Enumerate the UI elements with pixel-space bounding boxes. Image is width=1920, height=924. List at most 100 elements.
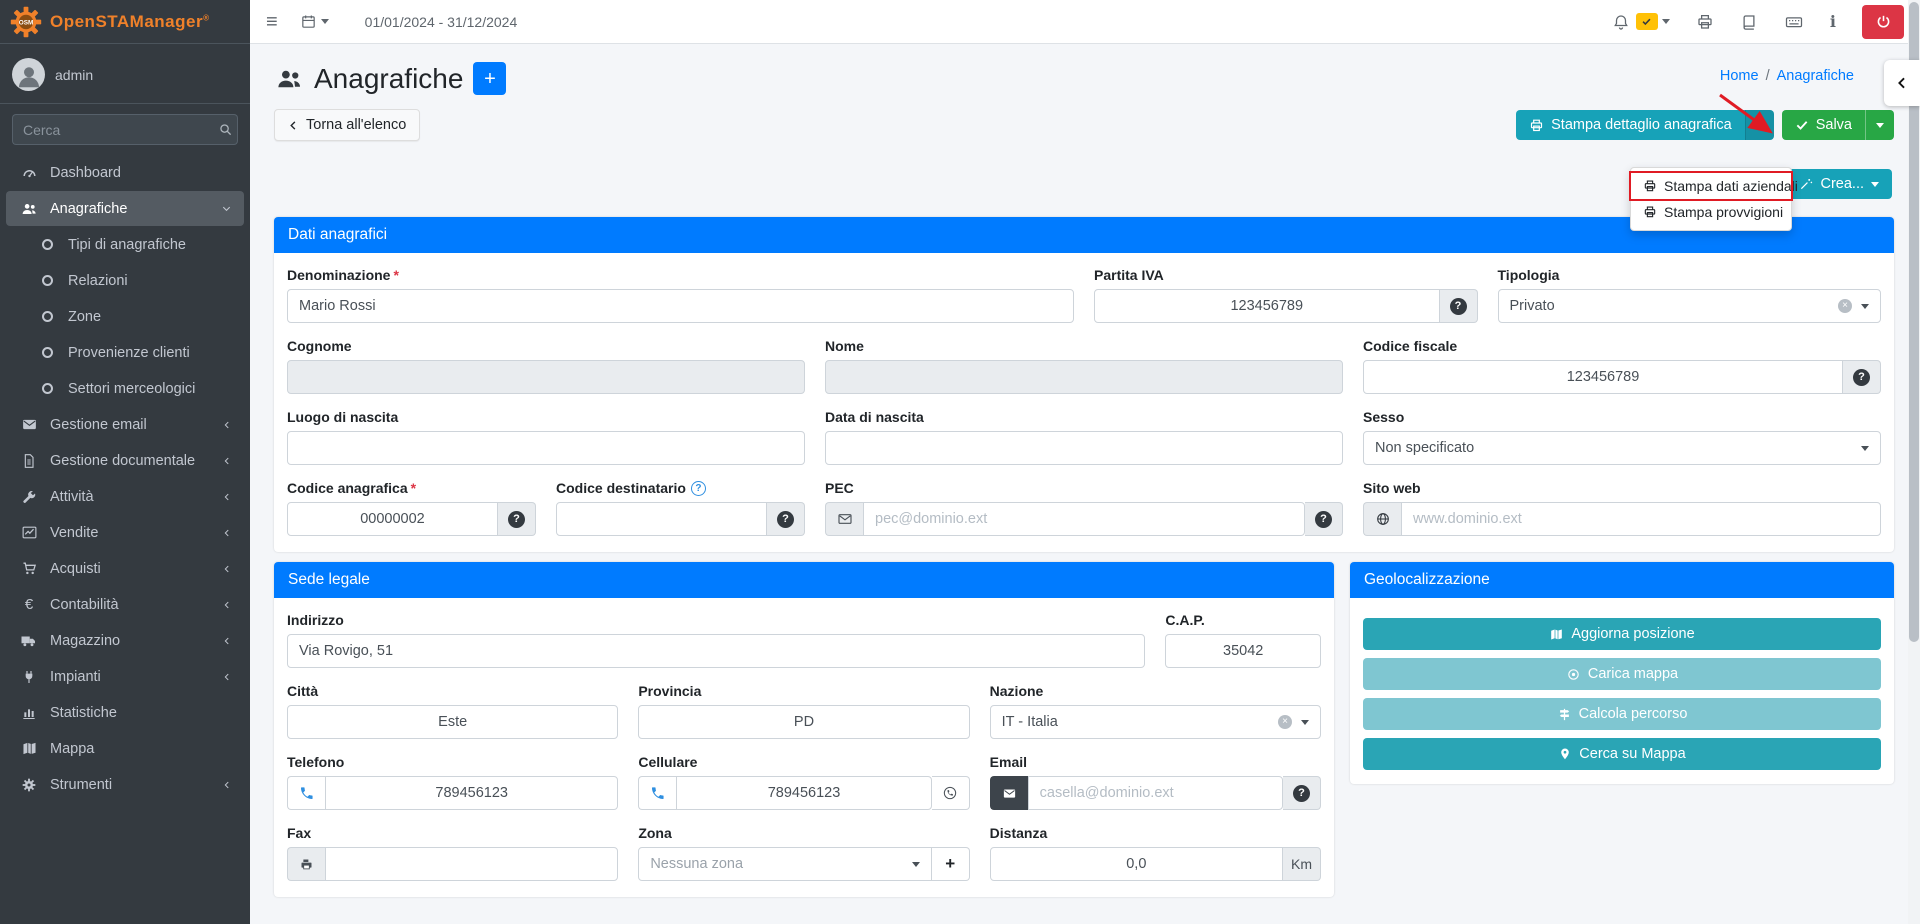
- search-icon: [218, 122, 233, 137]
- whatsapp-icon[interactable]: [932, 776, 970, 810]
- logout-power-button[interactable]: [1862, 5, 1904, 39]
- citta-input[interactable]: [287, 705, 618, 739]
- print-icon[interactable]: [1696, 13, 1714, 31]
- distanza-input[interactable]: [990, 847, 1283, 881]
- telefono-input[interactable]: [325, 776, 618, 810]
- partita-iva-input[interactable]: [1094, 289, 1440, 323]
- luogo-nascita-input[interactable]: [287, 431, 805, 465]
- menu-item-stampa-provvigioni[interactable]: Stampa provvigioni: [1631, 199, 1791, 225]
- sidebar-item-impianti[interactable]: Impianti: [6, 659, 244, 694]
- calendar-dropdown[interactable]: [300, 13, 329, 30]
- field-nome: Nome: [825, 338, 1343, 394]
- add-record-button[interactable]: +: [473, 62, 506, 95]
- sidebar-item-settori-merceologici[interactable]: Settori merceologici: [6, 371, 244, 406]
- help-icon[interactable]: ?: [1305, 502, 1343, 536]
- sidebar-item-zone[interactable]: Zone: [6, 299, 244, 334]
- codice-anagrafica-input[interactable]: [287, 502, 498, 536]
- bar-chart-icon: [18, 705, 40, 721]
- docs-book-icon[interactable]: [1740, 13, 1758, 31]
- date-range[interactable]: 01/01/2024 - 31/12/2024: [365, 14, 518, 30]
- print-dropdown-menu: Stampa dati aziendali Stampa provvigioni: [1630, 167, 1792, 231]
- fax-input[interactable]: [325, 847, 618, 881]
- info-circle-icon[interactable]: ?: [691, 481, 706, 496]
- breadcrumb-current-link[interactable]: Anagrafiche: [1777, 68, 1854, 84]
- sidebar-item-provenienze-clienti[interactable]: Provenienze clienti: [6, 335, 244, 370]
- denominazione-input[interactable]: [287, 289, 1074, 323]
- provincia-input[interactable]: [638, 705, 969, 739]
- brand[interactable]: OSM OpenSTAManager®: [0, 0, 250, 44]
- nazione-select[interactable]: IT - Italia ×: [990, 705, 1321, 739]
- bell-icon: [1612, 13, 1630, 31]
- main-area: ≡ 01/01/2024 - 31/12/2024 i: [250, 0, 1920, 924]
- calc-route-button[interactable]: Calcola percorso: [1363, 698, 1881, 730]
- help-icon[interactable]: ?: [1283, 776, 1321, 810]
- scrollbar-track[interactable]: [1908, 0, 1920, 924]
- codice-fiscale-input[interactable]: [1363, 360, 1843, 394]
- sidebar-item-attivita[interactable]: Attività: [6, 479, 244, 514]
- sito-web-input[interactable]: [1401, 502, 1881, 536]
- caret-down-icon: [1861, 446, 1869, 451]
- codice-destinatario-input[interactable]: [556, 502, 767, 536]
- search-button[interactable]: [214, 114, 238, 145]
- clear-icon[interactable]: ×: [1838, 299, 1852, 313]
- update-position-button[interactable]: Aggiorna posizione: [1363, 618, 1881, 650]
- sidebar-item-anagrafiche[interactable]: Anagrafiche: [6, 191, 244, 226]
- help-icon[interactable]: ?: [1440, 289, 1478, 323]
- menu-item-stampa-dati-aziendali[interactable]: Stampa dati aziendali: [1631, 173, 1791, 199]
- power-icon: [1875, 13, 1892, 30]
- save-dropdown-toggle[interactable]: [1865, 110, 1894, 140]
- notifications-dropdown[interactable]: [1612, 13, 1670, 31]
- zona-select[interactable]: Nessuna zona: [638, 847, 931, 881]
- panel-collapse-tab[interactable]: [1884, 60, 1920, 106]
- sidebar-item-acquisti[interactable]: Acquisti: [6, 551, 244, 586]
- panel-title: Geolocalizzazione: [1350, 562, 1894, 598]
- email-input[interactable]: [1028, 776, 1283, 810]
- chevron-left-icon: [222, 492, 232, 502]
- sidebar-item-mappa[interactable]: Mappa: [6, 731, 244, 766]
- plug-icon: [18, 669, 40, 685]
- magic-wand-icon: [1799, 177, 1813, 191]
- user-name: admin: [55, 67, 93, 83]
- print-detail-dropdown-toggle[interactable]: [1745, 110, 1774, 140]
- help-icon[interactable]: ?: [767, 502, 805, 536]
- info-icon[interactable]: i: [1830, 12, 1836, 31]
- sidebar-item-statistiche[interactable]: Statistiche: [6, 695, 244, 730]
- sidebar-item-magazzino[interactable]: Magazzino: [6, 623, 244, 658]
- add-zona-button[interactable]: +: [932, 847, 970, 881]
- sidebar-item-gestione-email[interactable]: Gestione email: [6, 407, 244, 442]
- caret-down-icon: [1871, 182, 1879, 187]
- file-text-icon: [18, 453, 40, 469]
- sesso-select[interactable]: Non specificato: [1363, 431, 1881, 465]
- print-detail-button[interactable]: Stampa dettaglio anagrafica: [1516, 110, 1745, 140]
- clear-icon[interactable]: ×: [1278, 715, 1292, 729]
- field-zona: Zona Nessuna zona +: [638, 825, 969, 881]
- cap-input[interactable]: [1165, 634, 1321, 668]
- keyboard-icon[interactable]: [1784, 12, 1804, 32]
- sidebar-item-vendite[interactable]: Vendite: [6, 515, 244, 550]
- caret-down-icon: [912, 862, 920, 867]
- indirizzo-input[interactable]: [287, 634, 1145, 668]
- pec-input[interactable]: [863, 502, 1305, 536]
- search-input[interactable]: [12, 114, 214, 145]
- tipologia-select[interactable]: Privato ×: [1498, 289, 1882, 323]
- chart-line-icon: [18, 524, 40, 541]
- data-nascita-input[interactable]: [825, 431, 1343, 465]
- save-button[interactable]: Salva: [1782, 110, 1865, 140]
- cellulare-input[interactable]: [676, 776, 931, 810]
- sidebar-item-gestione-documentale[interactable]: Gestione documentale: [6, 443, 244, 478]
- load-map-button[interactable]: Carica mappa: [1363, 658, 1881, 690]
- globe-icon: [1363, 502, 1401, 536]
- search-on-map-button[interactable]: Cerca su Mappa: [1363, 738, 1881, 770]
- sidebar-item-tipi-di-anagrafiche[interactable]: Tipi di anagrafiche: [6, 227, 244, 262]
- help-icon[interactable]: ?: [1843, 360, 1881, 394]
- help-icon[interactable]: ?: [498, 502, 536, 536]
- back-to-list-button[interactable]: Torna all'elenco: [274, 109, 420, 141]
- hamburger-menu-icon[interactable]: ≡: [266, 12, 278, 32]
- sidebar-item-dashboard[interactable]: Dashboard: [6, 155, 244, 190]
- breadcrumb-home-link[interactable]: Home: [1720, 68, 1759, 84]
- sidebar-item-relazioni[interactable]: Relazioni: [6, 263, 244, 298]
- sidebar-item-strumenti[interactable]: Strumenti: [6, 767, 244, 802]
- create-button[interactable]: Crea...: [1786, 169, 1892, 199]
- check-badge-icon: [1636, 13, 1658, 30]
- sidebar-item-contabilita[interactable]: € Contabilità: [6, 587, 244, 622]
